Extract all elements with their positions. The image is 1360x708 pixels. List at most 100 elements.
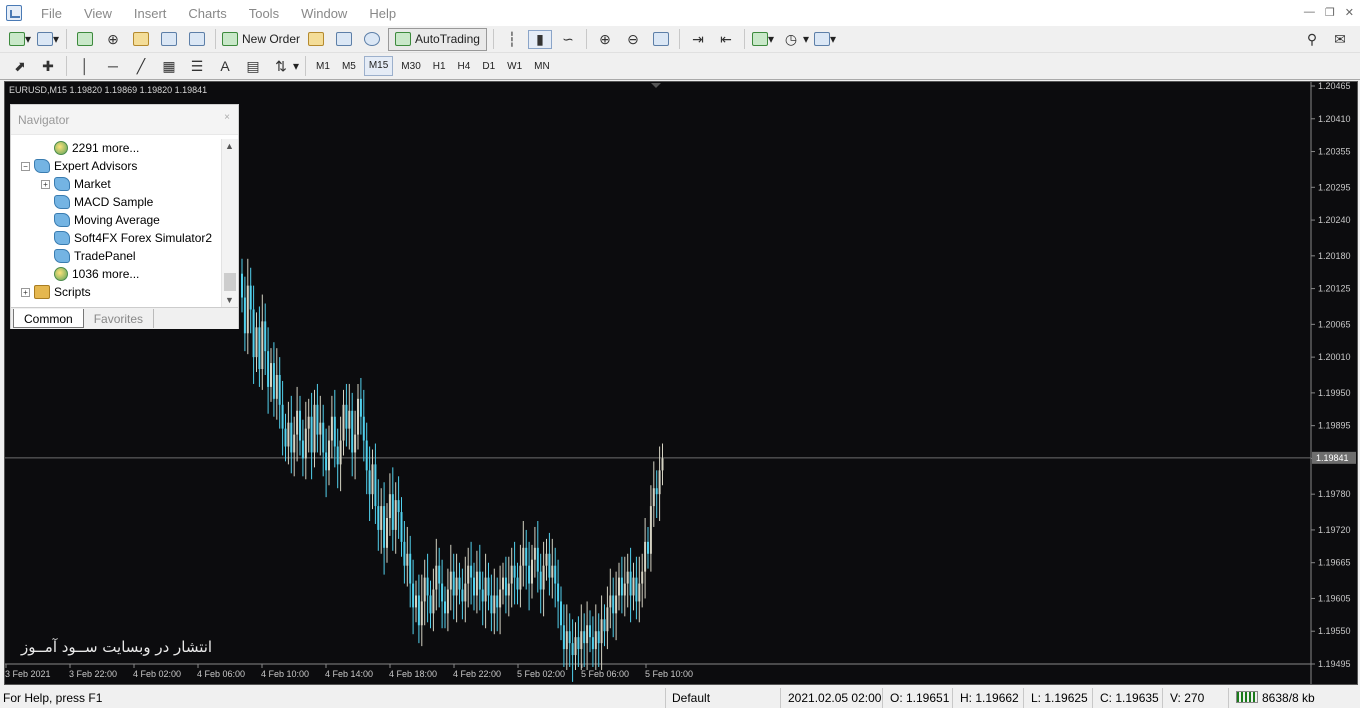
autotrading-button[interactable]: AutoTrading (388, 27, 487, 51)
status-volume: V: 270 (1170, 691, 1205, 705)
restore-icon[interactable]: ❐ (1325, 6, 1335, 19)
candlestick-button[interactable]: ▮ (527, 28, 552, 50)
templates-button[interactable]: ▾ (813, 28, 837, 50)
line-chart-button[interactable]: ∽ (556, 28, 580, 50)
expand-icon[interactable]: + (21, 287, 30, 297)
menu-window[interactable]: Window (290, 6, 358, 21)
arrows-button[interactable]: ⇅ ▾ (269, 55, 299, 77)
zoom-in-button[interactable]: ⊕ (593, 28, 617, 50)
scroll-up-icon[interactable]: ▲ (225, 141, 234, 151)
navigator-item[interactable]: + Market (11, 175, 223, 193)
watermark-text: انتشار در وبسایت ســود آمــوز (21, 638, 213, 656)
x-tick-label: 4 Feb 02:00 (133, 669, 181, 679)
candle-body (330, 416, 333, 441)
chart-shift-button[interactable]: ⇤ (714, 28, 738, 50)
metaeditor-button[interactable] (304, 28, 328, 50)
new-order-button[interactable]: New Order (222, 28, 300, 50)
vps-button[interactable] (360, 28, 384, 50)
candle-body (528, 565, 531, 584)
crosshair-button[interactable]: ✚ (36, 55, 60, 77)
navigator-item[interactable]: Soft4FX Forex Simulator2 (11, 229, 223, 247)
menu-charts[interactable]: Charts (177, 6, 237, 21)
chat-button[interactable]: ✉ (1328, 28, 1352, 50)
timeframe-w1[interactable]: W1 (503, 61, 526, 72)
candle-body (551, 565, 554, 578)
timeframe-m1[interactable]: M1 (312, 61, 334, 72)
candle-body (484, 577, 487, 602)
y-tick-label: 1.19495 (1318, 659, 1351, 669)
navigator-item[interactable]: Moving Average (11, 211, 223, 229)
navigator-item-label: Scripts (54, 285, 91, 299)
close-icon[interactable]: × (220, 112, 234, 126)
profiles-button[interactable]: ▾ (36, 28, 60, 50)
navigator-scrollbar[interactable]: ▲ ▼ (221, 139, 238, 307)
navigator-button[interactable] (129, 28, 153, 50)
timeframe-m30[interactable]: M30 (397, 61, 424, 72)
candle-body (299, 410, 301, 441)
new-chart-button[interactable]: ▾ (8, 28, 32, 50)
strategy-tester-button[interactable] (185, 28, 209, 50)
metaeditor-icon (308, 32, 325, 46)
equidistant-channel-button[interactable]: ▦ (157, 55, 181, 77)
menu-insert[interactable]: Insert (123, 6, 178, 21)
tab-favorites[interactable]: Favorites (84, 309, 155, 328)
search-button[interactable]: ⚲ (1300, 28, 1324, 50)
timeframe-mn[interactable]: MN (530, 61, 554, 72)
clock-icon: ◷ (784, 30, 798, 47)
navigator-item[interactable]: 1036 more... (11, 265, 223, 283)
autoscroll-button[interactable]: ⇥ (686, 28, 710, 50)
zoom-out-button[interactable]: ⊖ (621, 28, 645, 50)
signals-button[interactable] (332, 28, 356, 50)
zoom-out-icon: ⊖ (627, 30, 639, 47)
candle-body (444, 601, 446, 614)
cursor-button[interactable]: ⬈ (8, 55, 32, 77)
expand-icon[interactable]: + (41, 179, 50, 189)
scroll-thumb[interactable] (224, 273, 236, 291)
status-traffic: 8638/8 kb (1236, 691, 1315, 705)
collapse-icon[interactable]: − (21, 161, 30, 171)
bar-chart-button[interactable]: ┆ (500, 28, 524, 50)
menu-view[interactable]: View (73, 6, 123, 21)
fibonacci-button[interactable]: ☰ (185, 55, 209, 77)
data-window-button[interactable]: ⊕ (101, 28, 125, 50)
timeframe-d1[interactable]: D1 (478, 61, 499, 72)
trendline-button[interactable]: ╱ (129, 55, 153, 77)
menu-file[interactable]: File (30, 6, 73, 21)
close-icon[interactable]: ✕ (1345, 6, 1354, 19)
timeframe-m15[interactable]: M15 (363, 56, 394, 76)
timeframe-h4[interactable]: H4 (454, 61, 475, 72)
menu-tools[interactable]: Tools (238, 6, 290, 21)
terminal-button[interactable] (157, 28, 181, 50)
timeframe-m5[interactable]: M5 (338, 61, 360, 72)
candle-body (255, 327, 258, 358)
strategy-tester-icon (189, 32, 205, 46)
minimize-icon[interactable]: — (1304, 6, 1315, 19)
navigator-tabs: Common Favorites (11, 307, 238, 329)
candle-body (403, 541, 406, 566)
scroll-down-icon[interactable]: ▼ (225, 295, 234, 305)
menu-help[interactable]: Help (358, 6, 407, 21)
tab-common[interactable]: Common (13, 309, 84, 328)
bar-chart-icon: ┆ (507, 30, 517, 47)
navigator-item[interactable]: MACD Sample (11, 193, 223, 211)
horizontal-line-icon: ─ (108, 58, 118, 74)
search-icon: ⚲ (1306, 30, 1318, 47)
horizontal-line-button[interactable]: ─ (101, 55, 125, 77)
navigator-item[interactable]: 2291 more... (11, 139, 223, 157)
candle-body (481, 589, 484, 602)
status-bar: For Help, press F1 Default 2021.02.05 02… (0, 688, 1360, 708)
candle-body (577, 637, 580, 650)
periods-button[interactable]: ◷ ▾ (779, 28, 809, 50)
indicators-button[interactable]: ▾ (751, 28, 775, 50)
navigator-item[interactable]: + Scripts (11, 283, 223, 301)
text-label-button[interactable]: ▤ (241, 55, 265, 77)
market-watch-button[interactable] (73, 28, 97, 50)
new-order-label: New Order (242, 32, 301, 46)
vertical-line-button[interactable]: │ (73, 55, 97, 77)
tile-windows-button[interactable] (649, 28, 673, 50)
candle-body (328, 440, 330, 471)
navigator-item[interactable]: − Expert Advisors (11, 157, 223, 175)
timeframe-h1[interactable]: H1 (429, 61, 450, 72)
text-button[interactable]: A (213, 55, 237, 77)
navigator-item[interactable]: TradePanel (11, 247, 223, 265)
